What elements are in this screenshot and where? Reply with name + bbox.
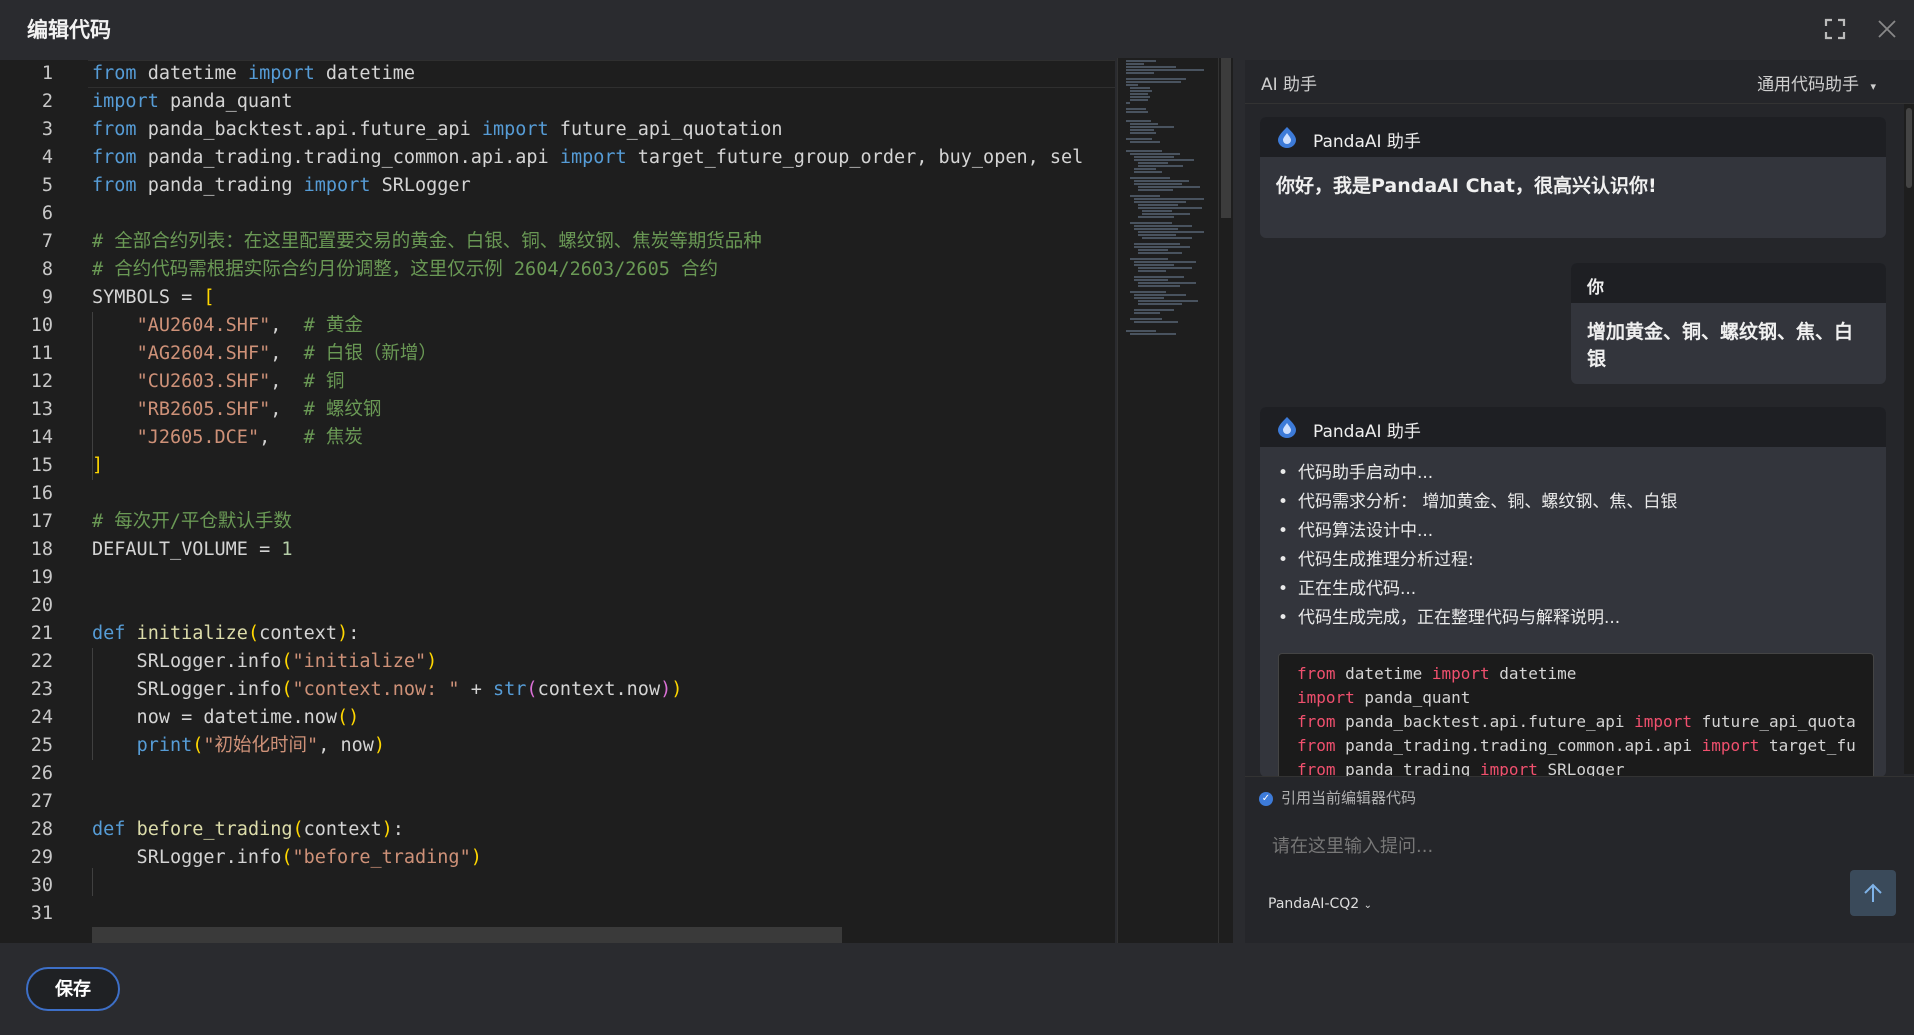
code-line-text: SRLogger.info("initialize")	[92, 651, 438, 672]
line-number: 12	[30, 371, 53, 392]
assistant-message: PandaAI 助手 你好，我是PandaAI Chat，很高兴认识你!	[1260, 117, 1886, 238]
code-line-text: def before_trading(context):	[92, 819, 404, 840]
pandaai-logo-icon	[1278, 417, 1296, 438]
code-line-text: from panda_trading import SRLogger	[92, 175, 471, 196]
code-line-text: def initialize(context):	[92, 623, 360, 644]
code-line-text: # 每次开/平仓默认手数	[92, 511, 292, 532]
dialog-title: 编辑代码	[27, 18, 111, 42]
pandaai-logo-icon	[1278, 127, 1296, 148]
line-number: 27	[30, 791, 53, 812]
line-number: 25	[30, 735, 53, 756]
line-number: 21	[30, 623, 53, 644]
assistant-name: PandaAI 助手	[1313, 422, 1421, 442]
line-number: 19	[30, 567, 53, 588]
line-number: 7	[41, 231, 53, 252]
line-number: 17	[30, 511, 53, 532]
code-line-text: "CU2603.SHF", # 铜	[136, 371, 345, 392]
dialog-footer: 保存	[0, 943, 1914, 1035]
code-line-text: SYMBOLS = [	[92, 287, 215, 308]
reference-editor-code-checkbox[interactable]: ✓ 引用当前编辑器代码	[1259, 787, 1416, 808]
line-number: 1	[41, 63, 53, 84]
progress-step: 正在生成代码...	[1276, 575, 1870, 604]
line-number: 10	[30, 315, 53, 336]
code-line-text: ]	[92, 455, 104, 476]
editor-vertical-scrollbar[interactable]	[1218, 58, 1233, 943]
line-number: 22	[30, 651, 53, 672]
chat-scrollbar[interactable]	[1904, 104, 1914, 774]
line-number: 30	[30, 875, 53, 896]
progress-list: 代码助手启动中... 代码需求分析： 增加黄金、铜、螺纹钢、焦、白银 代码算法设…	[1260, 447, 1886, 633]
ai-panel-header: AI 助手 通用代码助手 ▾	[1245, 60, 1914, 104]
progress-step: 代码助手启动中...	[1276, 459, 1870, 488]
code-line-text: # 合约代码需根据实际合约月份调整，这里仅示例 2604/2603/2605 合…	[92, 259, 718, 280]
scrollbar-thumb[interactable]	[1221, 58, 1231, 218]
code-line-text: "AU2604.SHF", # 黄金	[136, 315, 363, 336]
code-line-text: from panda_backtest.api.future_api impor…	[92, 119, 783, 140]
reference-label: 引用当前编辑器代码	[1281, 789, 1417, 807]
question-input[interactable]: 请在这里输入提问...	[1272, 832, 1433, 858]
line-number: 14	[30, 427, 53, 448]
line-number: 15	[30, 455, 53, 476]
code-minimap[interactable]	[1117, 58, 1223, 943]
progress-step: 代码生成推理分析过程:	[1276, 546, 1870, 575]
line-number: 18	[30, 539, 53, 560]
line-number: 8	[41, 259, 53, 280]
line-number: 4	[41, 147, 53, 168]
code-line-text: from datetime import datetime	[92, 63, 416, 84]
greeting-text: 你好，我是PandaAI Chat，很高兴认识你!	[1276, 175, 1657, 197]
model-selector[interactable]: PandaAI-CQ2 ⌄	[1268, 896, 1372, 912]
code-line-text: print("初始化时间", now)	[136, 735, 386, 756]
code-editor[interactable]: 1 from datetime import datetime 2 import p…	[0, 60, 1115, 943]
line-number: 3	[41, 119, 53, 140]
code-line-text: now = datetime.now()	[92, 707, 360, 728]
line-number: 28	[30, 819, 53, 840]
code-line-text: "RB2605.SHF", # 螺纹钢	[136, 399, 382, 420]
line-number: 9	[41, 287, 53, 308]
line-number: 16	[30, 483, 53, 504]
code-line-text: SRLogger.info("before_trading")	[92, 847, 482, 868]
code-line-text: from panda_trading.trading_common.api.ap…	[92, 147, 1084, 168]
code-line-text: "AG2604.SHF", # 白银（新增）	[136, 343, 437, 364]
line-number: 2	[41, 91, 53, 112]
line-number: 11	[30, 343, 53, 364]
code-line-text: "J2605.DCE", # 焦炭	[136, 427, 363, 448]
user-message: 你 增加黄金、铜、螺纹钢、焦、白银	[1571, 263, 1886, 384]
progress-step: 代码算法设计中...	[1276, 517, 1870, 546]
line-number: 31	[30, 903, 53, 924]
check-icon: ✓	[1259, 791, 1273, 806]
horizontal-scrollbar[interactable]	[92, 927, 842, 943]
close-icon[interactable]	[1872, 14, 1902, 44]
generated-code-block[interactable]: from datetime import datetime import pan…	[1278, 653, 1874, 777]
assistant-mode-label: 通用代码助手	[1757, 75, 1860, 95]
code-line-text: SRLogger.info("context.now: " + str(cont…	[92, 679, 683, 700]
ai-assistant-panel: AI 助手 通用代码助手 ▾ PandaAI 助手 你好，我是PandaAI C…	[1245, 60, 1914, 943]
code-line-text: DEFAULT_VOLUME = 1	[92, 539, 293, 560]
progress-step: 代码需求分析： 增加黄金、铜、螺纹钢、焦、白银	[1276, 488, 1870, 517]
user-name: 你	[1587, 278, 1604, 298]
assistant-response: PandaAI 助手 代码助手启动中... 代码需求分析： 增加黄金、铜、螺纹钢…	[1260, 407, 1886, 777]
send-button[interactable]	[1850, 870, 1896, 916]
fullscreen-icon[interactable]	[1820, 14, 1850, 44]
line-number: 24	[30, 707, 53, 728]
chevron-down-icon: ⌄	[1363, 900, 1373, 911]
line-number: 20	[30, 595, 53, 616]
user-message-text: 增加黄金、铜、螺纹钢、焦、白银	[1587, 321, 1854, 370]
line-number: 6	[41, 203, 53, 224]
arrow-up-icon	[1864, 883, 1882, 902]
chevron-down-icon: ▾	[1870, 80, 1876, 93]
line-number: 26	[30, 763, 53, 784]
dialog-header: 编辑代码	[0, 0, 1914, 60]
assistant-name: PandaAI 助手	[1313, 132, 1421, 152]
save-button[interactable]: 保存	[26, 967, 120, 1011]
line-number: 23	[30, 679, 53, 700]
assistant-mode-dropdown[interactable]: 通用代码助手 ▾	[1757, 70, 1876, 95]
line-number: 13	[30, 399, 53, 420]
line-number: 5	[41, 175, 53, 196]
line-number: 29	[30, 847, 53, 868]
model-label: PandaAI-CQ2	[1268, 896, 1360, 912]
code-line-text: # 全部合约列表：在这里配置要交易的黄金、白银、铜、螺纹钢、焦炭等期货品种	[92, 231, 762, 252]
ai-panel-title: AI 助手	[1261, 75, 1318, 95]
progress-step: 代码生成完成，正在整理代码与解释说明...	[1276, 604, 1870, 633]
code-line-text: import panda_quant	[92, 91, 293, 112]
